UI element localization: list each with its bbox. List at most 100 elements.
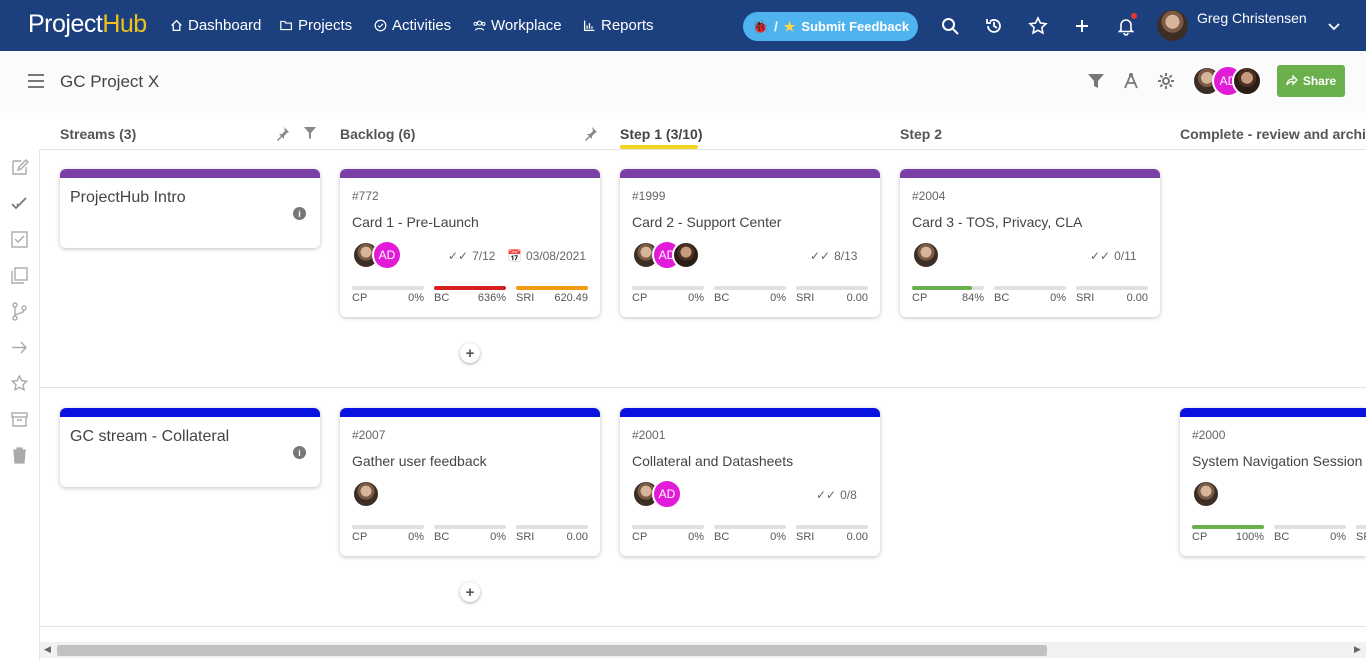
task-card[interactable]: #2004 Card 3 - TOS, Privacy, CLA ✓✓ 0/11 …: [900, 169, 1160, 317]
row-divider: [40, 626, 1366, 627]
due-date[interactable]: 📅 03/08/2021: [507, 249, 586, 263]
nav-projects-label: Projects: [298, 17, 353, 34]
star-outline-icon[interactable]: [10, 374, 29, 393]
hamburger-menu-icon[interactable]: [27, 72, 45, 90]
card-title: Gather user feedback: [352, 453, 487, 469]
nav-workplace[interactable]: Workplace: [473, 17, 562, 34]
nav-projects[interactable]: Projects: [280, 17, 352, 34]
scrollbar-thumb[interactable]: [57, 645, 1047, 656]
scroll-left-icon[interactable]: ◀: [44, 644, 51, 655]
metric-bc: BC 0%: [994, 286, 1066, 304]
assignee-avatar-initials[interactable]: AD: [372, 240, 402, 270]
checkbox-icon[interactable]: [10, 230, 29, 249]
home-icon: [171, 19, 182, 32]
nav-activities-label: Activities: [392, 17, 452, 34]
bug-icon: 🐞: [751, 18, 769, 34]
divider: [40, 149, 1366, 150]
history-icon[interactable]: [984, 16, 1004, 36]
checklist-value: 0/8: [840, 488, 857, 502]
card-title: Card 3 - TOS, Privacy, CLA: [912, 214, 1083, 230]
left-toolbar: [0, 150, 40, 660]
metric-bc: BC 0%: [1274, 525, 1346, 543]
card-color-bar: [1180, 408, 1366, 417]
assignee-avatar-initials[interactable]: AD: [652, 479, 682, 509]
column-header-streams: Streams (3): [60, 126, 137, 142]
archive-icon[interactable]: [10, 410, 29, 429]
nav-reports-label: Reports: [601, 17, 654, 34]
branch-icon[interactable]: [10, 302, 29, 321]
trash-icon[interactable]: [10, 446, 29, 465]
checklist-count[interactable]: ✓✓ 0/11: [1090, 249, 1137, 263]
nav-dashboard-label: Dashboard: [188, 17, 262, 34]
task-card[interactable]: #2000 System Navigation Session CP 100% B…: [1180, 408, 1366, 556]
add-card-button[interactable]: +: [460, 582, 480, 602]
arrow-right-icon[interactable]: [10, 338, 29, 357]
projecthub-logo[interactable]: ProjectHub: [28, 10, 147, 39]
nav-dashboard[interactable]: Dashboard: [170, 17, 261, 34]
metric-cp: CP 100%: [1192, 525, 1264, 543]
edit-icon[interactable]: [10, 158, 29, 177]
column-header-step1[interactable]: Step 1 (3/10): [620, 126, 702, 142]
add-icon[interactable]: [1072, 16, 1092, 36]
user-avatar[interactable]: [1157, 10, 1188, 41]
task-card[interactable]: #1999 Card 2 - Support Center AD ✓✓ 8/13 …: [620, 169, 880, 317]
workflow-icon[interactable]: [1122, 72, 1140, 90]
metric-sri: SRI 0.00: [796, 525, 868, 543]
settings-gear-icon[interactable]: [1157, 72, 1175, 90]
metric-cp: CP 0%: [632, 525, 704, 543]
assignee-avatar[interactable]: [1192, 480, 1220, 508]
notifications-bell-icon[interactable]: [1116, 16, 1136, 36]
check-double-icon: ✓✓: [816, 488, 837, 502]
metric-bc: BC 0%: [714, 286, 786, 304]
metric-cp: CP 84%: [912, 286, 984, 304]
column-header-backlog: Backlog (6): [340, 126, 416, 142]
metric-sri: SRI 0.00: [1076, 286, 1148, 304]
assignee-avatar[interactable]: [912, 241, 940, 269]
bar-chart-icon: [583, 20, 595, 32]
folder-open-icon: [280, 20, 292, 31]
copy-icon[interactable]: [10, 266, 29, 285]
chevron-down-icon[interactable]: [1326, 18, 1342, 34]
task-card[interactable]: #2007 Gather user feedback CP 0% BC 0% SRI…: [340, 408, 600, 556]
check-double-icon: ✓✓: [448, 249, 469, 263]
stream-card[interactable]: ProjectHub Intro i: [60, 169, 320, 248]
assignee-avatar[interactable]: [352, 480, 380, 508]
nav-activities[interactable]: Activities: [374, 17, 451, 34]
column-header-complete: Complete - review and archive: [1180, 126, 1366, 142]
streams-filter-icon[interactable]: [303, 126, 317, 140]
checklist-count[interactable]: ✓✓ 0/8: [816, 488, 857, 502]
pin-icon[interactable]: [583, 126, 598, 141]
task-card[interactable]: #2001 Collateral and Datasheets AD ✓✓ 0/8…: [620, 408, 880, 556]
card-color-bar: [900, 169, 1160, 178]
stream-title: ProjectHub Intro: [70, 189, 186, 206]
search-icon[interactable]: [940, 16, 960, 36]
card-color-bar: [620, 169, 880, 178]
user-name[interactable]: Greg Christensen: [1197, 10, 1307, 26]
check-double-icon[interactable]: [10, 194, 29, 213]
check-circle-icon: [374, 19, 387, 32]
add-card-button[interactable]: +: [460, 343, 480, 363]
info-icon[interactable]: i: [293, 446, 306, 459]
stream-card[interactable]: GC stream - Collateral i: [60, 408, 320, 487]
favorites-star-icon[interactable]: [1028, 16, 1048, 36]
filter-icon[interactable]: [1087, 72, 1105, 90]
assignee-avatar[interactable]: [672, 241, 700, 269]
scroll-right-icon[interactable]: ▶: [1354, 644, 1361, 655]
checklist-value: 7/12: [472, 249, 496, 263]
card-title: System Navigation Session: [1192, 453, 1363, 469]
info-icon[interactable]: i: [293, 207, 306, 220]
card-id: #1999: [632, 189, 666, 203]
checklist-count[interactable]: ✓✓ 7/12: [448, 249, 495, 263]
pin-icon[interactable]: [275, 126, 290, 141]
notification-badge: [1131, 13, 1137, 19]
checklist-count[interactable]: ✓✓ 8/13: [810, 249, 857, 263]
metric-cp: CP 0%: [352, 286, 424, 304]
metric-sri: SRI 0.00: [516, 525, 588, 543]
card-color-bar: [620, 408, 880, 417]
member-avatar[interactable]: [1232, 66, 1262, 96]
task-card[interactable]: #772 Card 1 - Pre-Launch AD ✓✓ 7/12 📅 03/0…: [340, 169, 600, 317]
share-button[interactable]: Share: [1277, 65, 1345, 97]
submit-feedback-button[interactable]: 🐞 / ★ Submit Feedback: [743, 12, 918, 41]
star-icon: ★: [783, 18, 796, 34]
nav-reports[interactable]: Reports: [583, 17, 654, 34]
